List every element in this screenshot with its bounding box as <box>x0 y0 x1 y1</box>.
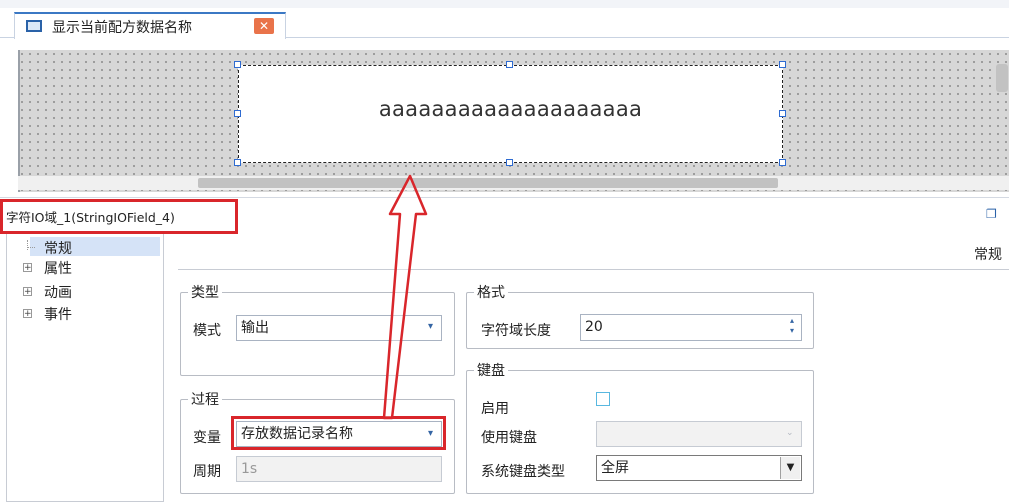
tree-item-animation[interactable]: 动画 <box>44 282 72 302</box>
tree-connector <box>27 247 35 248</box>
resize-handle-left[interactable] <box>234 110 241 117</box>
variable-label: 变量 <box>193 430 221 446</box>
resize-handle-bottom[interactable] <box>506 159 513 166</box>
string-length-label: 字符域长度 <box>481 323 551 339</box>
section-divider <box>178 269 1009 270</box>
mode-dropdown[interactable]: 输出 <box>236 315 442 341</box>
cycle-field: 1s <box>236 456 442 482</box>
select-arrow-icon[interactable]: ▼ <box>780 457 800 479</box>
use-keyboard-label: 使用键盘 <box>481 430 537 446</box>
property-tree <box>6 234 164 502</box>
resize-handle-top[interactable] <box>506 61 513 68</box>
expand-icon[interactable]: + <box>23 309 32 319</box>
highlight-box-variable <box>231 416 446 450</box>
resize-handle-bottom-left[interactable] <box>234 159 241 166</box>
horizontal-scroll-thumb[interactable] <box>198 178 778 188</box>
string-io-field-text: aaaaaaaaaaaaaaaaaaaa <box>378 97 643 121</box>
expand-icon[interactable]: + <box>23 287 32 297</box>
tab-title: 显示当前配方数据名称 <box>52 20 192 36</box>
cycle-value: 1s <box>241 461 258 477</box>
spin-arrows-icon[interactable]: ▴ ▾ <box>786 316 798 338</box>
system-keyboard-select[interactable]: 全屏 <box>596 455 802 481</box>
format-group-title: 格式 <box>474 282 508 302</box>
tree-item-general[interactable]: 常规 <box>44 238 72 258</box>
screen-icon <box>26 20 42 32</box>
close-tab-button[interactable]: ✕ <box>254 18 274 34</box>
enable-label: 启用 <box>481 401 509 417</box>
cycle-label: 周期 <box>193 464 221 480</box>
process-group-title: 过程 <box>188 389 222 409</box>
tree-connector <box>27 240 28 250</box>
object-title: 字符IO域_1(StringIOField_4) <box>6 210 175 225</box>
system-keyboard-label: 系统键盘类型 <box>481 464 565 480</box>
system-keyboard-value: 全屏 <box>601 460 629 476</box>
mode-value: 输出 <box>241 320 269 336</box>
resize-handle-top-right[interactable] <box>779 61 786 68</box>
window-top-strip <box>0 0 1009 8</box>
vertical-scroll-thumb[interactable] <box>996 64 1008 92</box>
use-keyboard-dropdown <box>596 421 802 447</box>
resize-handle-right[interactable] <box>779 110 786 117</box>
resize-handle-top-left[interactable] <box>234 61 241 68</box>
dock-icon[interactable]: ❐ <box>986 207 1000 221</box>
dropdown-arrow-icon[interactable]: ▾ <box>428 321 433 332</box>
enable-checkbox[interactable] <box>596 392 610 406</box>
string-length-stepper[interactable]: 20 <box>580 314 802 341</box>
section-title: 常规 <box>974 247 1002 263</box>
string-length-value: 20 <box>585 319 603 335</box>
canvas-edge <box>18 50 20 192</box>
type-group-title: 类型 <box>188 282 222 302</box>
keyboard-group-title: 键盘 <box>474 360 508 380</box>
mode-label: 模式 <box>193 323 221 339</box>
resize-handle-bottom-right[interactable] <box>779 159 786 166</box>
expand-icon[interactable]: + <box>23 263 32 273</box>
tree-item-properties[interactable]: 属性 <box>44 258 72 278</box>
dropdown-arrow-icon: ⌄ <box>786 428 794 438</box>
tree-item-events[interactable]: 事件 <box>44 304 72 324</box>
